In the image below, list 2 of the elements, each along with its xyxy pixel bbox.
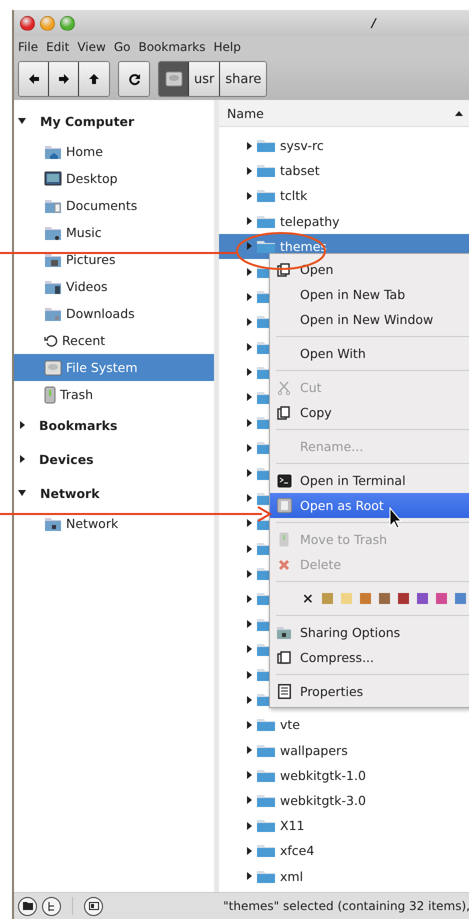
status-text: "themes" selected (containing 32 items), <box>223 899 469 913</box>
window-title: / <box>372 16 376 30</box>
